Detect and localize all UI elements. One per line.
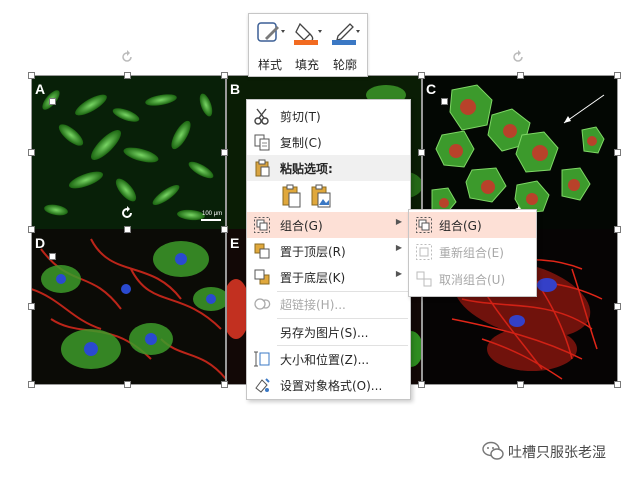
paste-as-picture-icon [311,184,331,208]
panel-b-label: B [230,81,241,97]
clipboard-icon [282,184,301,208]
resize-handle[interactable] [221,226,228,233]
rotate-handle-icon[interactable] [120,206,134,220]
shape-style-icon [257,22,285,42]
group-submenu: 组合(G) 重新组合(E) 取消组合(U) [408,209,537,297]
paint-bucket-icon [294,22,322,45]
panel-d-label: D [35,235,46,251]
paste-options-header: 粘贴选项: [247,155,410,181]
panel-a-label: A [35,81,46,97]
group-icon [254,217,270,233]
scale-bar [201,219,221,221]
style-button[interactable]: 样式 [252,18,288,74]
resize-handle[interactable] [49,98,56,105]
paste-option-keep-source-icon[interactable] [280,183,304,209]
menu-item-hyperlink-label: 超链接(H)... [280,298,346,312]
resize-handle[interactable] [28,381,35,388]
ungroup-icon [416,271,432,287]
style-label: 样式 [257,58,282,72]
resize-handle[interactable] [124,226,131,233]
outline-button[interactable]: 轮廓 [327,18,363,74]
submenu-arrow-icon: ▶ [395,217,402,226]
menu-item-format-object-label: 设置对象格式(O)... [280,379,383,393]
group-icon [416,217,432,233]
clipboard-icon [255,159,270,177]
resize-handle[interactable] [124,381,131,388]
menu-item-format-object[interactable]: 设置对象格式(O)... [247,372,410,398]
menu-item-cut-label: 剪切(T) [280,110,321,124]
watermark-text: 吐槽只服张老湿 [508,445,606,461]
menu-item-bring-to-front-label: 置于顶层(R) [280,245,346,259]
context-menu: 剪切(T) 复制(C) 粘贴选项: 组合(G) ▶ 置于顶层(R) ▶ 置于底层… [246,99,411,400]
submenu-item-regroup[interactable]: 重新组合(E) [409,239,536,265]
menu-item-copy-label: 复制(C) [280,136,322,150]
resize-handle[interactable] [49,253,56,260]
menu-item-bring-to-front[interactable]: 置于顶层(R) ▶ [247,238,410,264]
fill-button[interactable]: 填充 [289,18,325,74]
resize-handle[interactable] [614,149,621,156]
menu-item-send-to-back[interactable]: 置于底层(K) ▶ [247,264,410,290]
resize-handle[interactable] [28,149,35,156]
menu-item-hyperlink[interactable]: 超链接(H)... [247,291,410,317]
pen-outline-icon [332,23,360,45]
copy-icon [254,134,270,151]
link-icon [254,298,271,310]
resize-handle[interactable] [614,381,621,388]
menu-item-save-as-picture-label: 另存为图片(S)... [280,326,369,340]
submenu-item-ungroup[interactable]: 取消组合(U) [409,266,536,292]
resize-handle[interactable] [124,72,131,79]
resize-handle[interactable] [614,303,621,310]
resize-handle[interactable] [441,98,448,105]
format-shape-icon [255,378,270,393]
menu-item-cut[interactable]: 剪切(T) [247,103,410,129]
resize-handle[interactable] [418,72,425,79]
outline-label: 轮廓 [332,58,357,72]
bring-to-front-icon [254,243,270,259]
fill-label: 填充 [294,58,319,72]
size-position-icon [254,351,270,367]
menu-item-save-as-picture[interactable]: 另存为图片(S)... [247,319,410,345]
submenu-arrow-icon: ▶ [395,243,402,252]
resize-handle[interactable] [221,149,228,156]
panel-d-cells [31,229,226,385]
menu-item-copy[interactable]: 复制(C) [247,129,410,155]
resize-handle[interactable] [28,303,35,310]
mini-toolbar: 样式 填充 轮廓 [248,13,368,77]
resize-handle[interactable] [614,226,621,233]
panel-c-label: C [426,81,437,97]
submenu-item-ungroup-label: 取消组合(U) [439,273,506,287]
rotate-handle-icon[interactable] [511,50,525,64]
scissors-icon [254,108,269,125]
panel-e-label: E [230,235,240,251]
panel-d-image[interactable]: D [31,229,226,385]
resize-handle[interactable] [221,72,228,79]
scale-bar-label: 100 μm [202,211,223,217]
submenu-arrow-icon: ▶ [395,269,402,278]
send-to-back-icon [254,269,270,285]
menu-item-size-position-label: 大小和位置(Z)... [280,353,370,367]
resize-handle[interactable] [517,72,524,79]
resize-handle[interactable] [614,72,621,79]
submenu-item-regroup-label: 重新组合(E) [439,246,504,260]
submenu-item-group[interactable]: 组合(G) [409,212,536,238]
wechat-icon [482,441,504,460]
menu-item-size-position[interactable]: 大小和位置(Z)... [247,346,410,372]
submenu-item-group-label: 组合(G) [439,219,482,233]
resize-handle[interactable] [517,381,524,388]
menu-item-group-label: 组合(G) [280,219,323,233]
resize-handle[interactable] [221,381,228,388]
resize-handle[interactable] [418,381,425,388]
paste-option-picture-icon[interactable] [309,183,333,209]
menu-item-send-to-back-label: 置于底层(K) [280,271,346,285]
rotate-handle-icon[interactable] [120,50,134,64]
resize-handle[interactable] [418,149,425,156]
regroup-icon [416,244,432,260]
paste-options-label: 粘贴选项: [280,162,333,176]
resize-handle[interactable] [28,226,35,233]
resize-handle[interactable] [28,72,35,79]
menu-item-group[interactable]: 组合(G) ▶ [247,212,410,238]
